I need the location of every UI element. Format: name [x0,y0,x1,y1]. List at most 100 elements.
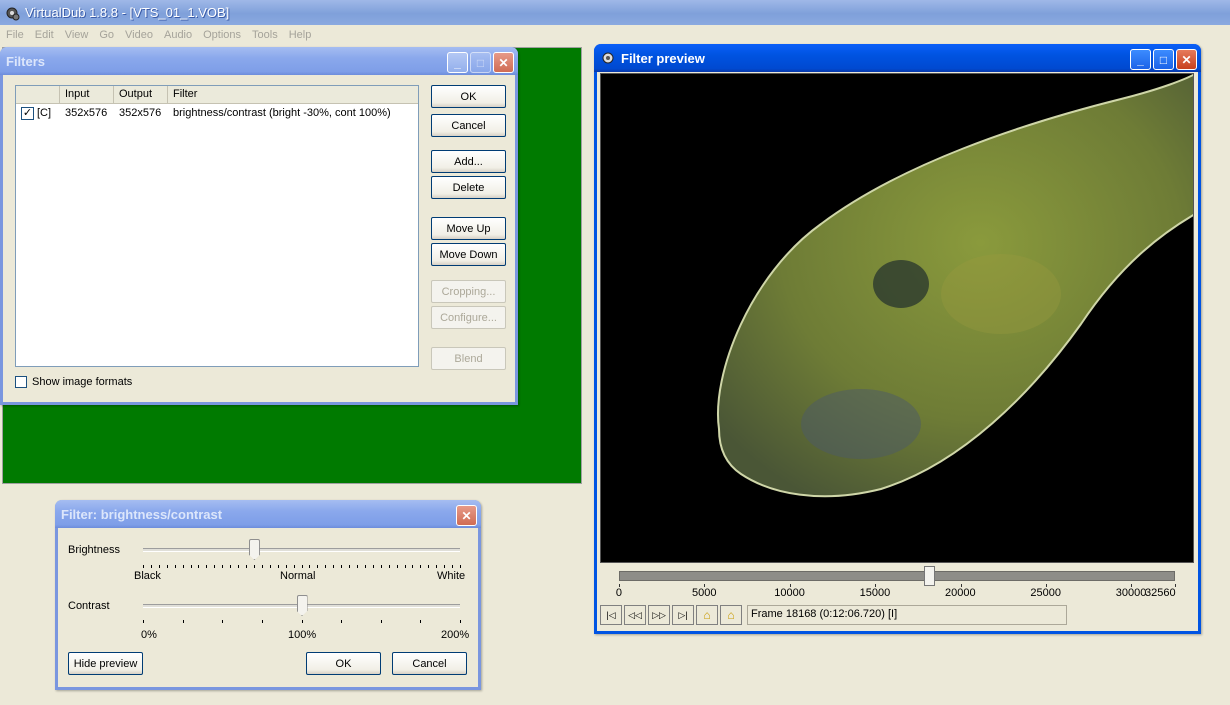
end-button[interactable]: ▷| [672,605,694,625]
contrast-max-label: 200% [441,629,470,641]
maximize-button[interactable]: □ [1153,49,1174,70]
close-button[interactable]: ✕ [456,505,477,526]
timeline-tick [1175,584,1176,587]
slider-tick [261,565,263,568]
mark-out-icon: ⌂ [727,608,735,622]
cropping-button[interactable]: Cropping... [431,280,506,303]
contrast-mid-label: 100% [288,629,317,641]
slider-tick [150,565,152,568]
slider-tick [174,565,176,568]
slider-tick [301,620,303,623]
slider-tick [214,565,216,568]
brightness-slider[interactable] [143,548,460,552]
contrast-label: Contrast [68,600,110,612]
show-formats-label: Show image formats [32,376,133,388]
close-button[interactable]: ✕ [493,52,514,73]
timeline-thumb[interactable] [924,566,936,586]
menu-video[interactable]: Video [125,29,153,41]
move-down-button[interactable]: Move Down [431,243,506,266]
slider-tick [238,565,240,568]
brightness-slider-thumb[interactable] [248,539,260,560]
brightness-label: Brightness [68,544,120,556]
slider-tick [198,565,200,568]
brightness-max-label: White [437,570,466,582]
filter-list[interactable]: Input Output Filter ✓ [C] 352x576 352x57… [15,85,419,367]
filter-description: brightness/contrast (bright -30%, cont 1… [173,107,391,119]
minimize-button[interactable]: _ [447,52,468,73]
timeline-label: 0 [615,587,623,599]
filter-preview-window: Filter preview _ □ ✕ 0 5000 10000 15000 2000… [594,44,1201,634]
col-enabled[interactable] [16,86,60,103]
filters-title: Filters [6,53,46,69]
filter-enabled-checkbox[interactable]: ✓ [21,106,34,120]
filters-dialog: Filters _ □ ✕ Input Output Filter ✓ [C] … [0,47,518,405]
timeline-tick [789,584,791,587]
close-button[interactable]: ✕ [1176,49,1197,70]
filter-output: 352x576 [119,107,162,119]
show-formats-checkbox[interactable] [15,376,27,388]
configure-button[interactable]: Configure... [431,306,506,329]
bc-titlebar: Filter: brightness/contrast ✕ [55,500,481,528]
ok-button[interactable]: OK [306,652,381,675]
col-output[interactable]: Output [114,86,168,103]
menu-audio[interactable]: Audio [164,29,192,41]
brightness-min-label: Black [134,570,161,582]
filter-input: 352x576 [65,107,108,119]
list-item[interactable]: ✓ [C] 352x576 352x576 brightness/contras… [16,104,418,122]
frame-info: Frame 18168 (0:12:06.720) [I] [747,605,1067,625]
bc-title: Filter: brightness/contrast [61,506,223,522]
microscope-cell-image [717,74,1193,498]
move-up-button[interactable]: Move Up [431,217,506,240]
timeline-tick [875,584,877,587]
mark-in-icon: ⌂ [703,608,711,622]
ok-button[interactable]: OK [431,85,506,108]
timeline-label: 32560 [1145,587,1176,599]
slider-tick [420,620,422,623]
filters-titlebar: Filters _ □ ✕ [0,47,518,75]
preview-window-icon [600,50,616,66]
add-filter-button[interactable]: Add... [431,150,506,173]
prev-key-button[interactable]: ◁◁ [624,605,646,625]
next-key-button[interactable]: ▷▷ [648,605,670,625]
slider-tick [293,565,295,568]
menu-file[interactable]: File [6,29,24,41]
mark-in-button[interactable]: ⌂ [696,605,718,625]
cancel-button[interactable]: Cancel [431,114,506,137]
contrast-slider-thumb[interactable] [296,595,308,616]
prev-key-icon: ◁◁ [628,609,642,620]
maximize-button[interactable]: □ [470,52,491,73]
slider-tick [444,565,446,568]
menu-go[interactable]: Go [99,29,114,41]
mark-out-button[interactable]: ⌂ [720,605,742,625]
start-button[interactable]: |◁ [600,605,622,625]
col-input[interactable]: Input [60,86,114,103]
slider-tick [158,565,160,568]
slider-tick [285,565,287,568]
menu-help[interactable]: Help [289,29,312,41]
col-filter[interactable]: Filter [168,86,418,103]
timeline-tick [960,584,962,587]
blend-button[interactable]: Blend [431,347,506,370]
minimize-button[interactable]: _ [1130,49,1151,70]
slider-tick [277,565,279,568]
timeline-tick [1045,584,1047,587]
menu-view[interactable]: View [65,29,89,41]
main-title: VirtualDub 1.8.8 - [VTS_01_1.VOB] [25,5,230,20]
timeline-label: 20000 [945,587,976,599]
show-formats-option[interactable]: Show image formats [15,376,132,388]
menu-tools[interactable]: Tools [252,29,278,41]
timeline-tick [619,584,620,587]
hide-preview-button[interactable]: Hide preview [68,652,143,675]
cancel-button[interactable]: Cancel [392,652,467,675]
delete-filter-button[interactable]: Delete [431,176,506,199]
timeline-label: 15000 [859,587,891,599]
start-icon: |◁ [606,609,616,620]
preview-titlebar: Filter preview _ □ ✕ [594,44,1201,72]
timeline-slider[interactable] [619,571,1175,581]
menu-edit[interactable]: Edit [35,29,54,41]
slider-tick [269,565,271,568]
menu-options[interactable]: Options [203,29,241,41]
slider-tick [380,620,382,623]
slider-tick [222,620,224,623]
slider-tick [349,565,351,568]
